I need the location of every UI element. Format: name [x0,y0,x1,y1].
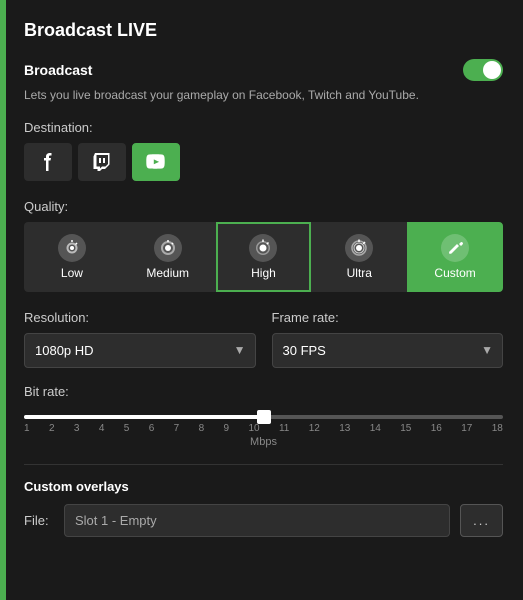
bitrate-section: Bit rate: 1 2 3 4 5 6 7 8 9 10 11 12 13 … [24,384,503,448]
quality-low-icon [58,234,86,262]
quality-low-label: Low [61,266,83,280]
main-content: Broadcast LIVE Broadcast Lets you live b… [6,0,523,600]
quality-high-icon [249,234,277,262]
quality-row: Low Medium [24,222,503,292]
framerate-label: Frame rate: [272,310,504,325]
quality-ultra-icon [345,234,373,262]
quality-high[interactable]: High [216,222,312,292]
browse-button[interactable]: ... [460,504,503,537]
overlays-section: Custom overlays File: Slot 1 - Empty Slo… [24,464,503,537]
bitrate-unit: Mbps [24,436,503,448]
framerate-select[interactable]: 24 FPS 30 FPS 60 FPS [272,333,504,368]
resolution-select[interactable]: 720p 1080p HD 1440p 4K [24,333,256,368]
quality-label: Quality: [24,199,503,214]
broadcast-description: Lets you live broadcast your gameplay on… [24,87,503,104]
quality-ultra[interactable]: Ultra [311,222,407,292]
page-title: Broadcast LIVE [24,20,503,41]
quality-medium-label: Medium [146,266,189,280]
quality-low[interactable]: Low [24,222,120,292]
quality-custom-icon [441,234,469,262]
resolution-field: Resolution: 720p 1080p HD 1440p 4K ▼ [24,310,256,368]
framerate-field: Frame rate: 24 FPS 30 FPS 60 FPS ▼ [272,310,504,368]
resolution-label: Resolution: [24,310,256,325]
twitch-button[interactable] [78,143,126,181]
broadcast-toggle[interactable] [463,59,503,81]
facebook-button[interactable] [24,143,72,181]
quality-medium-icon [154,234,182,262]
resolution-select-wrapper: 720p 1080p HD 1440p 4K ▼ [24,333,256,368]
bitrate-label: Bit rate: [24,384,503,399]
slider-container [24,407,503,419]
quality-custom[interactable]: Custom [407,222,503,292]
youtube-button[interactable] [132,143,180,181]
framerate-select-wrapper: 24 FPS 30 FPS 60 FPS ▼ [272,333,504,368]
file-slot-select[interactable]: Slot 1 - Empty Slot 2 - Empty Slot 3 - E… [64,504,450,537]
broadcast-label: Broadcast [24,62,92,78]
overlays-title: Custom overlays [24,479,503,494]
file-select-wrapper: Slot 1 - Empty Slot 2 - Empty Slot 3 - E… [64,504,450,537]
destination-label: Destination: [24,120,503,135]
res-fps-row: Resolution: 720p 1080p HD 1440p 4K ▼ Fra… [24,310,503,368]
quality-medium[interactable]: Medium [120,222,216,292]
file-label: File: [24,513,54,528]
destination-row [24,143,503,181]
quality-custom-label: Custom [434,266,475,280]
file-row: File: Slot 1 - Empty Slot 2 - Empty Slot… [24,504,503,537]
quality-high-label: High [251,266,276,280]
broadcast-row: Broadcast [24,59,503,81]
quality-ultra-label: Ultra [347,266,372,280]
